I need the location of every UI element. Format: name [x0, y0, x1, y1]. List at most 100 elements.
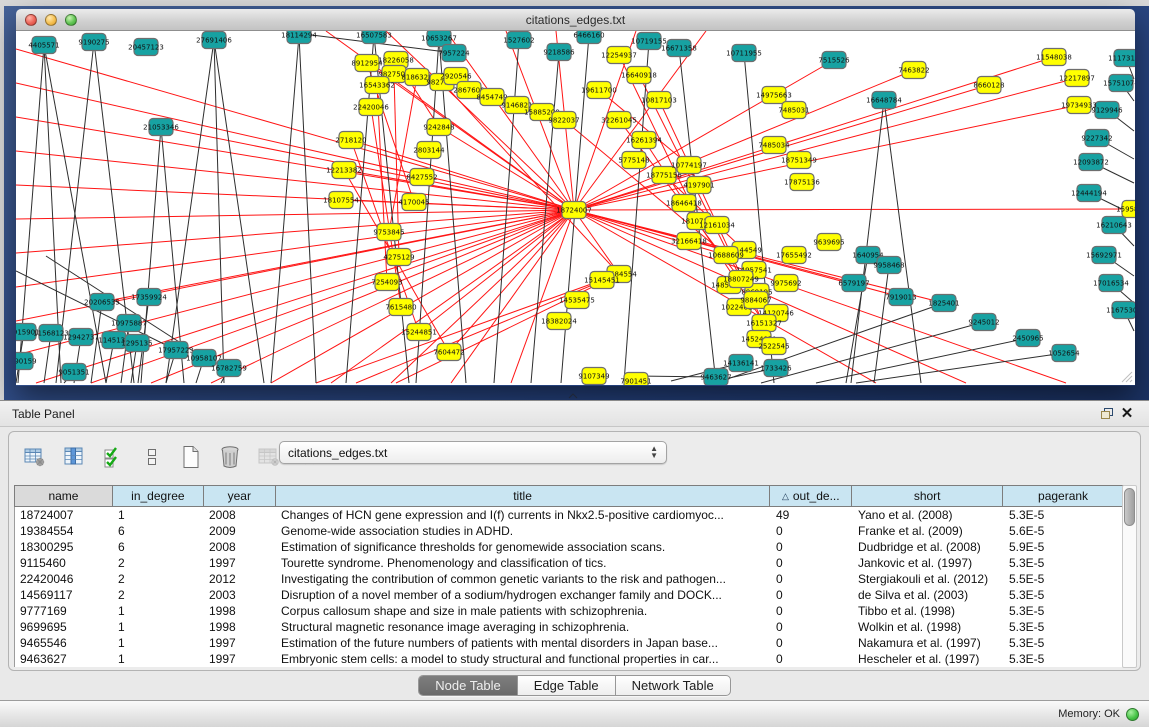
graph-node[interactable]: 16640918 — [621, 67, 657, 84]
graph-node[interactable]: 8660128 — [973, 77, 1004, 94]
graph-node[interactable]: 12254937 — [601, 47, 637, 64]
graph-node[interactable]: 20457123 — [128, 39, 164, 56]
table-row[interactable]: 946554611997Estimation of the future num… — [15, 635, 1124, 651]
graph-node[interactable]: 8427552 — [406, 169, 437, 186]
graph-node[interactable]: 11675309 — [1106, 302, 1135, 319]
graph-node[interactable]: 9753845 — [373, 224, 404, 241]
network-canvas[interactable]: 1872400744055719190275204571232769140618… — [16, 31, 1135, 385]
new-column-icon[interactable] — [179, 445, 203, 469]
tab-edge-table[interactable]: Edge Table — [518, 676, 616, 695]
graph-node[interactable]: 9958468 — [873, 257, 904, 274]
column-header-pagerank[interactable]: pagerank — [1003, 486, 1124, 506]
column-header-name[interactable]: name — [15, 486, 113, 506]
table-row[interactable]: 1456911722003Disruption of a novel membe… — [15, 587, 1124, 603]
table-row[interactable]: 969969511998Structural magnetic resonanc… — [15, 619, 1124, 635]
graph-node[interactable]: 1052654 — [1048, 345, 1080, 362]
graph-node[interactable]: 4197901 — [683, 177, 714, 194]
graph-node[interactable]: 7463822 — [898, 62, 929, 79]
graph-node[interactable]: 15958071 — [1116, 201, 1135, 218]
graph-node[interactable]: 16210643 — [1096, 217, 1132, 234]
column-header-year[interactable]: year — [204, 486, 276, 506]
graph-node[interactable]: 16648784 — [866, 92, 902, 109]
graph-node[interactable]: 4170045 — [398, 194, 429, 211]
graph-node[interactable]: 18114294 — [281, 31, 317, 44]
graph-node[interactable]: 9107349 — [578, 368, 609, 385]
table-select-dropdown[interactable]: citations_edges.txt ▲▼ — [279, 441, 667, 464]
graph-node[interactable]: 9975692 — [770, 275, 801, 292]
tab-node-table[interactable]: Node Table — [419, 676, 518, 695]
table-row[interactable]: 2242004622012Investigating the contribut… — [15, 571, 1124, 587]
network-window-titlebar[interactable]: citations_edges.txt — [16, 9, 1135, 31]
graph-node[interactable]: 14136141 — [723, 355, 759, 372]
graph-node[interactable]: 27691406 — [196, 32, 232, 49]
graph-node[interactable]: 1295135 — [121, 335, 152, 352]
graph-node[interactable]: 1825401 — [928, 295, 959, 312]
graph-node[interactable]: 9242848 — [423, 119, 454, 136]
graph-node[interactable]: 7515526 — [818, 52, 850, 69]
graph-node[interactable]: 4405571 — [28, 37, 59, 54]
column-header-in_degree[interactable]: in_degree — [113, 486, 204, 506]
close-icon[interactable]: ✕ — [1117, 405, 1137, 423]
graph-node[interactable]: 2522545 — [758, 338, 789, 355]
graph-node[interactable]: 12213382 — [326, 162, 362, 179]
graph-node[interactable]: 6466160 — [573, 31, 604, 44]
graph-node[interactable]: 17875136 — [784, 174, 820, 191]
graph-node[interactable]: 7919013 — [885, 289, 916, 306]
graph-node[interactable]: 1527602 — [503, 32, 534, 49]
graph-node[interactable]: 15692971 — [1086, 247, 1122, 264]
tab-network-table[interactable]: Network Table — [616, 676, 730, 695]
graph-node[interactable]: 21053346 — [143, 119, 179, 136]
graph-node[interactable]: 2803144 — [413, 142, 445, 159]
graph-node[interactable]: 15751074 — [1103, 75, 1135, 92]
graph-node[interactable]: 9463627 — [700, 369, 731, 386]
table-row[interactable]: 1938455462009Genome-wide association stu… — [15, 523, 1124, 539]
graph-node[interactable]: 15244851 — [401, 324, 437, 341]
graph-node[interactable]: 17655492 — [776, 247, 812, 264]
graph-node[interactable]: 7615480 — [385, 299, 416, 316]
graph-node[interactable]: 17359924 — [131, 289, 167, 306]
float-window-icon[interactable] — [1097, 405, 1117, 423]
graph-node[interactable]: 32261045 — [601, 112, 637, 129]
graph-node[interactable]: 2718120 — [335, 132, 366, 149]
column-header-out_de[interactable]: △out_de... — [770, 486, 852, 506]
graph-node[interactable]: 7957224 — [438, 45, 470, 62]
graph-node[interactable]: 7485031 — [778, 102, 809, 119]
graph-node[interactable]: 9051351 — [58, 364, 89, 381]
delete-table-icon[interactable] — [257, 445, 281, 469]
graph-node[interactable]: 9227342 — [1081, 130, 1112, 147]
graph-node[interactable]: 7254093 — [371, 274, 402, 291]
graph-node[interactable]: 7485034 — [758, 137, 790, 154]
table-row[interactable]: 1830029562008Estimation of significance … — [15, 539, 1124, 555]
graph-node[interactable]: 2450965 — [1012, 330, 1043, 347]
graph-node[interactable]: 18382024 — [541, 313, 577, 330]
delete-column-icon[interactable] — [218, 445, 242, 469]
select-rows-icon[interactable] — [101, 445, 125, 469]
graph-node[interactable]: 9639695 — [813, 234, 844, 251]
column-visibility-icon[interactable] — [62, 445, 86, 469]
graph-node[interactable]: 18107554 — [323, 192, 359, 209]
graph-node[interactable]: 11173174 — [1108, 50, 1135, 67]
table-row[interactable]: 946362711997Embryonic stem cells: a mode… — [15, 651, 1124, 667]
graph-node[interactable]: 7604472 — [433, 344, 464, 361]
column-header-short[interactable]: short — [852, 486, 1003, 506]
graph-node[interactable]: 12217897 — [1059, 70, 1095, 87]
graph-node[interactable]: 5775148 — [618, 152, 649, 169]
table-row[interactable]: 977716911998Corpus callosum shape and si… — [15, 603, 1124, 619]
graph-node[interactable]: 7901451 — [620, 373, 651, 386]
split-pane-handle[interactable] — [568, 393, 578, 399]
graph-node[interactable]: 10817103 — [641, 92, 677, 109]
graph-node[interactable]: 9190275 — [78, 34, 109, 51]
table-row[interactable]: 1872400712008Changes of HCN gene express… — [15, 507, 1124, 523]
graph-node[interactable]: 11548038 — [1036, 49, 1072, 66]
graph-node[interactable]: 20206535 — [84, 294, 120, 311]
graph-node[interactable]: 4275129 — [383, 249, 414, 266]
table-settings-icon[interactable] — [23, 445, 47, 469]
column-header-title[interactable]: title — [276, 486, 771, 506]
table-scrollbar-thumb[interactable] — [1124, 488, 1135, 526]
table-row[interactable]: 911546021997Tourette syndrome. Phenomeno… — [15, 555, 1124, 571]
window-resize-grip[interactable] — [1119, 369, 1133, 383]
graph-node[interactable]: 17016534 — [1093, 275, 1129, 292]
graph-node[interactable]: 9218586 — [543, 44, 575, 61]
graph-node[interactable]: 10711955 — [726, 45, 762, 62]
memory-status-indicator[interactable] — [1126, 708, 1139, 721]
